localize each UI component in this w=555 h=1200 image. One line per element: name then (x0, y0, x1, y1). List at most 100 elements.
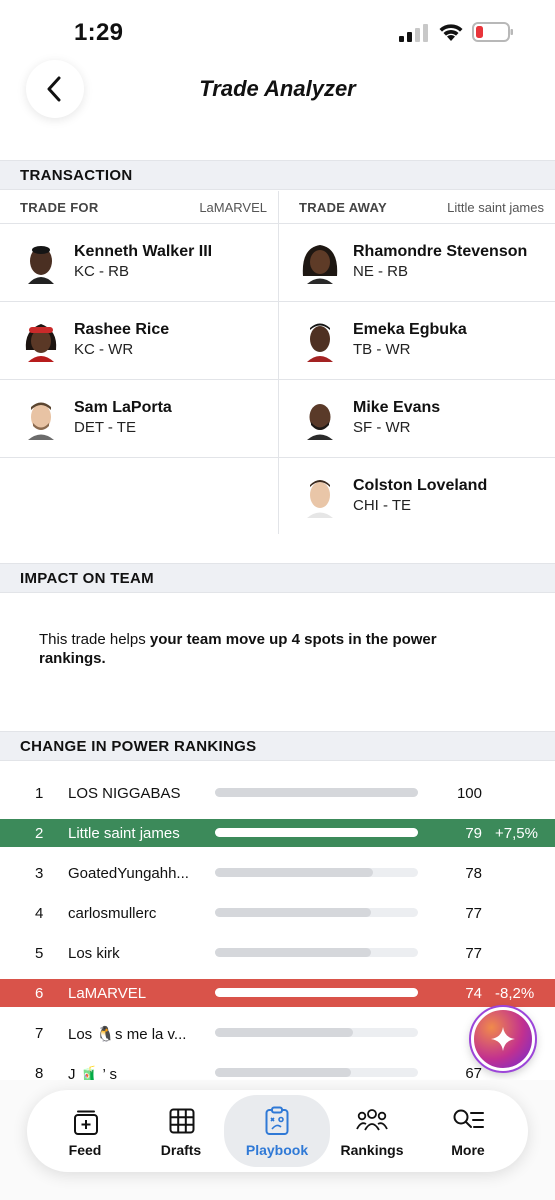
trade-for-empty-slot (0, 458, 278, 534)
player-position: DET - TE (74, 419, 136, 436)
score-change: -8,2% (495, 985, 535, 1002)
score-bar-fill (215, 948, 372, 957)
team-score: 78 (465, 865, 482, 882)
team-name: Los 🐧s me la v... (68, 1026, 187, 1043)
player-name: Colston Loveland (353, 477, 488, 494)
trade-away-player[interactable]: Colston Loveland CHI - TE (279, 458, 555, 534)
score-bar (215, 868, 418, 877)
ai-assistant-button[interactable] (469, 1005, 537, 1073)
team-name: Little saint james (68, 825, 180, 842)
player-name: Sam LaPorta (74, 399, 172, 416)
team-name: carlosmullerc (68, 905, 157, 922)
player-avatar (28, 246, 54, 284)
header: Trade Analyzer (0, 60, 555, 160)
team-score: 74 (465, 985, 482, 1002)
search-list-icon (453, 1109, 484, 1128)
team-score: 100 (456, 785, 482, 802)
trade-for-player[interactable]: Kenneth Walker III KC - RB (0, 224, 278, 302)
player-name: Rashee Rice (74, 321, 170, 338)
feed-icon (74, 1110, 98, 1135)
nav-label: Playbook (245, 1142, 309, 1158)
player-name: Mike Evans (353, 399, 441, 416)
rank-number: 5 (35, 945, 44, 962)
player-position: SF - WR (353, 419, 411, 436)
player-position: NE - RB (353, 263, 409, 280)
ranking-row[interactable]: 2 Little saint james 79 +7,5% (0, 819, 555, 847)
trade-away-team: Little saint james (447, 200, 544, 215)
trade-away-label: TRADE AWAY (299, 200, 387, 215)
trade-for-player[interactable]: Rashee Rice KC - WR (0, 302, 278, 380)
score-bar (215, 1028, 418, 1037)
nav-feed[interactable]: Feed (37, 1098, 133, 1164)
impact-section-header: IMPACT ON TEAM (0, 563, 555, 593)
score-bar (215, 828, 418, 837)
transaction-section-header: TRANSACTION (0, 160, 555, 190)
player-avatar (307, 323, 333, 362)
ranking-row[interactable]: 3 GoatedYungahh... 78 (0, 859, 555, 887)
score-bar (215, 908, 418, 917)
player-avatar (302, 245, 338, 284)
player-name: Emeka Egbuka (353, 321, 467, 338)
rankings-section-header: CHANGE IN POWER RANKINGS (0, 731, 555, 761)
impact-description: This trade helps your team move up 4 spo… (39, 630, 439, 668)
people-icon (356, 1109, 388, 1131)
team-name: LaMARVEL (68, 985, 147, 1002)
nav-playbook[interactable]: Playbook (224, 1095, 330, 1167)
trade-away-player[interactable]: Rhamondre Stevenson NE - RB (279, 224, 555, 302)
battery-icon (472, 22, 513, 42)
player-position: KC - RB (74, 263, 130, 280)
player-avatar (307, 404, 333, 440)
rank-number: 2 (35, 825, 44, 842)
trade-for-player[interactable]: Sam LaPorta DET - TE (0, 380, 278, 458)
team-name: GoatedYungahh... (68, 865, 189, 882)
trade-away-player[interactable]: Mike Evans SF - WR (279, 380, 555, 458)
nav-label: Drafts (160, 1142, 202, 1158)
player-avatar (25, 324, 57, 362)
nav-more[interactable]: More (420, 1098, 516, 1164)
rank-number: 1 (35, 785, 44, 802)
team-score: 79 (465, 825, 482, 842)
trade-away-player[interactable]: Emeka Egbuka TB - WR (279, 302, 555, 380)
trade-for-team: LaMARVEL (199, 200, 267, 215)
player-position: TB - WR (353, 341, 411, 358)
trade-away-header: TRADE AWAY Little saint james (299, 191, 544, 224)
cellular-signal-icon (399, 24, 428, 42)
ranking-row[interactable]: 5 Los kirk 77 (0, 939, 555, 967)
score-bar (215, 1068, 418, 1077)
nav-label: Feed (68, 1142, 102, 1158)
nav-label: More (451, 1142, 485, 1158)
page-title: Trade Analyzer (199, 76, 356, 101)
rank-number: 4 (35, 905, 44, 922)
rank-number: 6 (35, 985, 44, 1002)
nav-rankings[interactable]: Rankings (324, 1098, 420, 1164)
status-bar: 1:29 (0, 0, 555, 60)
score-bar-fill (215, 988, 418, 997)
team-name: Los kirk (68, 945, 120, 962)
score-change: +7,5% (495, 825, 538, 842)
ranking-row[interactable]: 6 LaMARVEL 74 -8,2% (0, 979, 555, 1007)
score-bar-fill (215, 1028, 354, 1037)
nav-drafts[interactable]: Drafts (133, 1098, 229, 1164)
sparkle-icon (491, 1027, 515, 1051)
score-bar (215, 988, 418, 997)
clipboard-icon (265, 1106, 289, 1135)
rank-number: 3 (35, 865, 44, 882)
player-avatar (28, 402, 54, 440)
grid-icon (169, 1108, 195, 1134)
trade-for-header: TRADE FOR LaMARVEL (20, 191, 267, 224)
ranking-row[interactable]: 4 carlosmullerc 77 (0, 899, 555, 927)
score-bar-fill (215, 1068, 351, 1077)
nav-label: Rankings (340, 1142, 404, 1158)
score-bar (215, 788, 418, 797)
team-score: 77 (465, 905, 482, 922)
player-position: CHI - TE (353, 497, 412, 514)
score-bar-fill (215, 868, 374, 877)
bottom-nav: Feed Drafts Playbook Rankings More (27, 1090, 528, 1172)
wifi-icon (439, 24, 463, 41)
score-bar-fill (215, 788, 418, 797)
ranking-row[interactable]: 1 LOS NIGGABAS 100 (0, 779, 555, 807)
status-time: 1:29 (74, 19, 124, 46)
score-bar-fill (215, 828, 418, 837)
trade-for-label: TRADE FOR (20, 200, 99, 215)
score-bar-fill (215, 908, 372, 917)
